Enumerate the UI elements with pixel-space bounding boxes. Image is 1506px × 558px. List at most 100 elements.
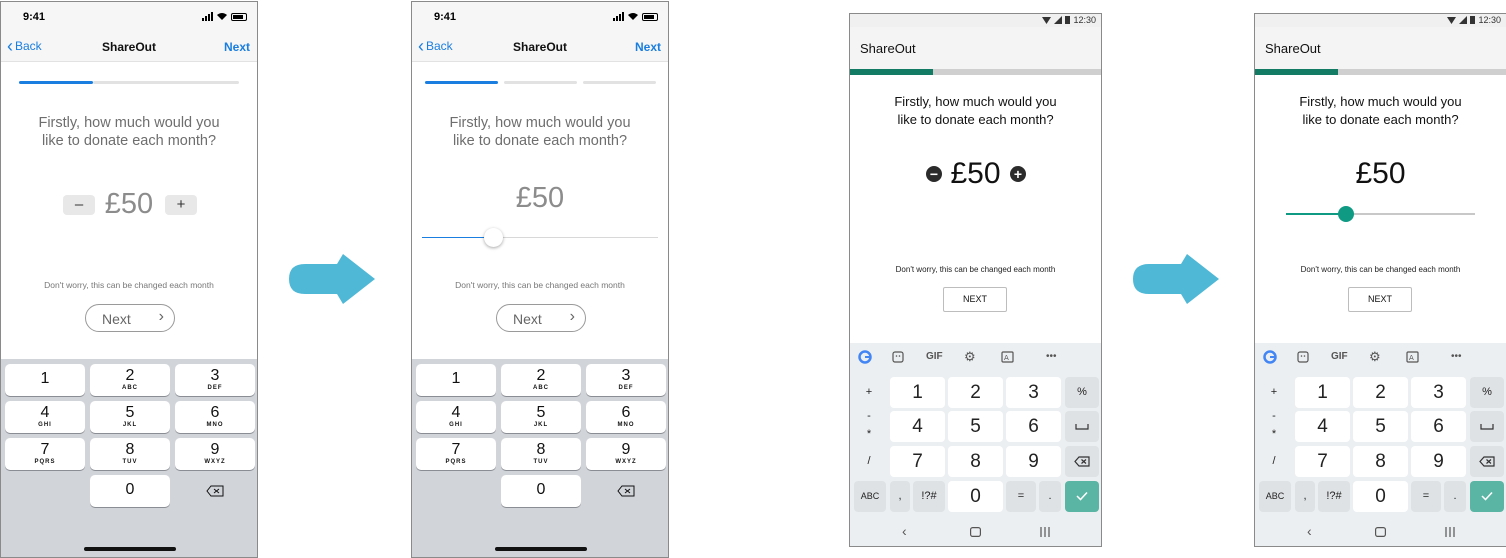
space-key[interactable] [1065,411,1099,442]
sticker-icon[interactable] [892,351,904,363]
backspace-icon [1479,456,1495,467]
key-9[interactable]: 9 WXYZ [175,438,255,470]
cellular-signal-icon [1459,16,1468,24]
key-6[interactable]: 6 [1411,411,1466,442]
key-2[interactable]: 2 [948,377,1003,408]
question-line-1: Firstly, how much would you [894,94,1057,109]
recents-nav-icon[interactable] [1040,527,1050,537]
translate-icon[interactable]: A [1406,351,1419,363]
key-symbols[interactable]: !?# [913,481,945,512]
key-2[interactable]: 2 [1353,377,1408,408]
key-abc[interactable]: ABC [1259,481,1291,512]
more-options-icon[interactable]: ••• [1451,351,1462,362]
key-plus[interactable]: + [854,377,884,408]
key-multiply[interactable]: * [854,423,884,445]
key-8[interactable]: 8 [1353,446,1408,477]
key-3[interactable]: 3 DEF [175,364,255,396]
gif-button[interactable]: GIF [926,351,943,362]
increment-button[interactable]: + [1010,166,1026,182]
key-6[interactable]: 6 [1006,411,1061,442]
gif-button[interactable]: GIF [1331,351,1348,362]
key-1[interactable]: 1 [1295,377,1350,408]
key-7[interactable]: 7 [890,446,945,477]
key-equals[interactable]: = [1411,481,1441,512]
slider-thumb[interactable] [483,228,503,247]
settings-gear-icon[interactable]: ⚙ [964,349,976,365]
nav-next-button[interactable]: Next [635,40,661,54]
key-comma[interactable]: , [890,481,910,512]
key-period[interactable]: . [1444,481,1466,512]
more-options-icon[interactable]: ••• [1046,351,1057,362]
key-4[interactable]: 4 [890,411,945,442]
delete-key[interactable] [175,475,255,507]
delete-key[interactable] [1065,446,1099,477]
keyboard-toolbar: GIF ⚙ A ••• [1255,343,1506,371]
key-5[interactable]: 5 JKL [90,401,170,433]
nav-next-button[interactable]: Next [224,40,250,54]
settings-gear-icon[interactable]: ⚙ [1369,349,1381,365]
key-0[interactable]: 0 [1353,481,1408,512]
increment-button[interactable]: + [165,195,197,215]
google-icon[interactable] [858,350,872,364]
enter-key[interactable] [1065,481,1099,512]
home-nav-icon[interactable] [970,527,981,537]
next-button[interactable]: NEXT [943,287,1007,312]
key-percent[interactable]: % [1065,377,1099,408]
back-nav-icon[interactable]: ‹ [902,523,907,539]
key-8[interactable]: 8 [948,446,1003,477]
key-0[interactable]: 0 [948,481,1003,512]
next-button[interactable]: NEXT [1348,287,1412,312]
key-3[interactable]: 3 [1411,377,1466,408]
key-5[interactable]: 5 JKL [501,401,581,433]
key-plus[interactable]: + [1259,377,1289,408]
delete-key[interactable] [1470,446,1504,477]
space-key[interactable] [1470,411,1504,442]
key-7[interactable]: 7 PQRS [5,438,85,470]
key-9[interactable]: 9 [1006,446,1061,477]
key-percent[interactable]: % [1470,377,1504,408]
key-equals[interactable]: = [1006,481,1036,512]
recents-nav-icon[interactable] [1445,527,1455,537]
key-1[interactable]: 1 [5,364,85,396]
key-4[interactable]: 4 GHI [416,401,496,433]
key-6[interactable]: 6 MNO [175,401,255,433]
key-2[interactable]: 2 ABC [90,364,170,396]
slider-thumb[interactable] [1338,206,1355,222]
next-button[interactable]: Next › [85,304,175,332]
amount-slider[interactable] [1286,206,1475,222]
next-button[interactable]: Next › [496,304,586,332]
key-3[interactable]: 3 [1006,377,1061,408]
key-4[interactable]: 4 GHI [5,401,85,433]
translate-icon[interactable]: A [1001,351,1014,363]
key-5[interactable]: 5 [948,411,1003,442]
back-nav-icon[interactable]: ‹ [1307,523,1312,539]
delete-key[interactable] [586,475,666,507]
key-period[interactable]: . [1039,481,1061,512]
key-symbols[interactable]: !?# [1318,481,1350,512]
key-8[interactable]: 8 TUV [90,438,170,470]
key-9[interactable]: 9 WXYZ [586,438,666,470]
key-3[interactable]: 3 DEF [586,364,666,396]
key-1[interactable]: 1 [416,364,496,396]
home-nav-icon[interactable] [1375,527,1386,537]
key-9[interactable]: 9 [1411,446,1466,477]
key-4[interactable]: 4 [1295,411,1350,442]
key-2[interactable]: 2 ABC [501,364,581,396]
key-7[interactable]: 7 PQRS [416,438,496,470]
sticker-icon[interactable] [1297,351,1309,363]
key-8[interactable]: 8 TUV [501,438,581,470]
key-0[interactable]: 0 [90,475,170,507]
key-abc[interactable]: ABC [854,481,886,512]
amount-slider[interactable] [422,228,658,247]
key-multiply[interactable]: * [1259,423,1289,445]
key-7[interactable]: 7 [1295,446,1350,477]
key-0[interactable]: 0 [501,475,581,507]
key-5[interactable]: 5 [1353,411,1408,442]
key-divide[interactable]: / [854,446,884,477]
key-comma[interactable]: , [1295,481,1315,512]
key-1[interactable]: 1 [890,377,945,408]
key-divide[interactable]: / [1259,446,1289,477]
key-6[interactable]: 6 MNO [586,401,666,433]
google-icon[interactable] [1263,350,1277,364]
enter-key[interactable] [1470,481,1504,512]
